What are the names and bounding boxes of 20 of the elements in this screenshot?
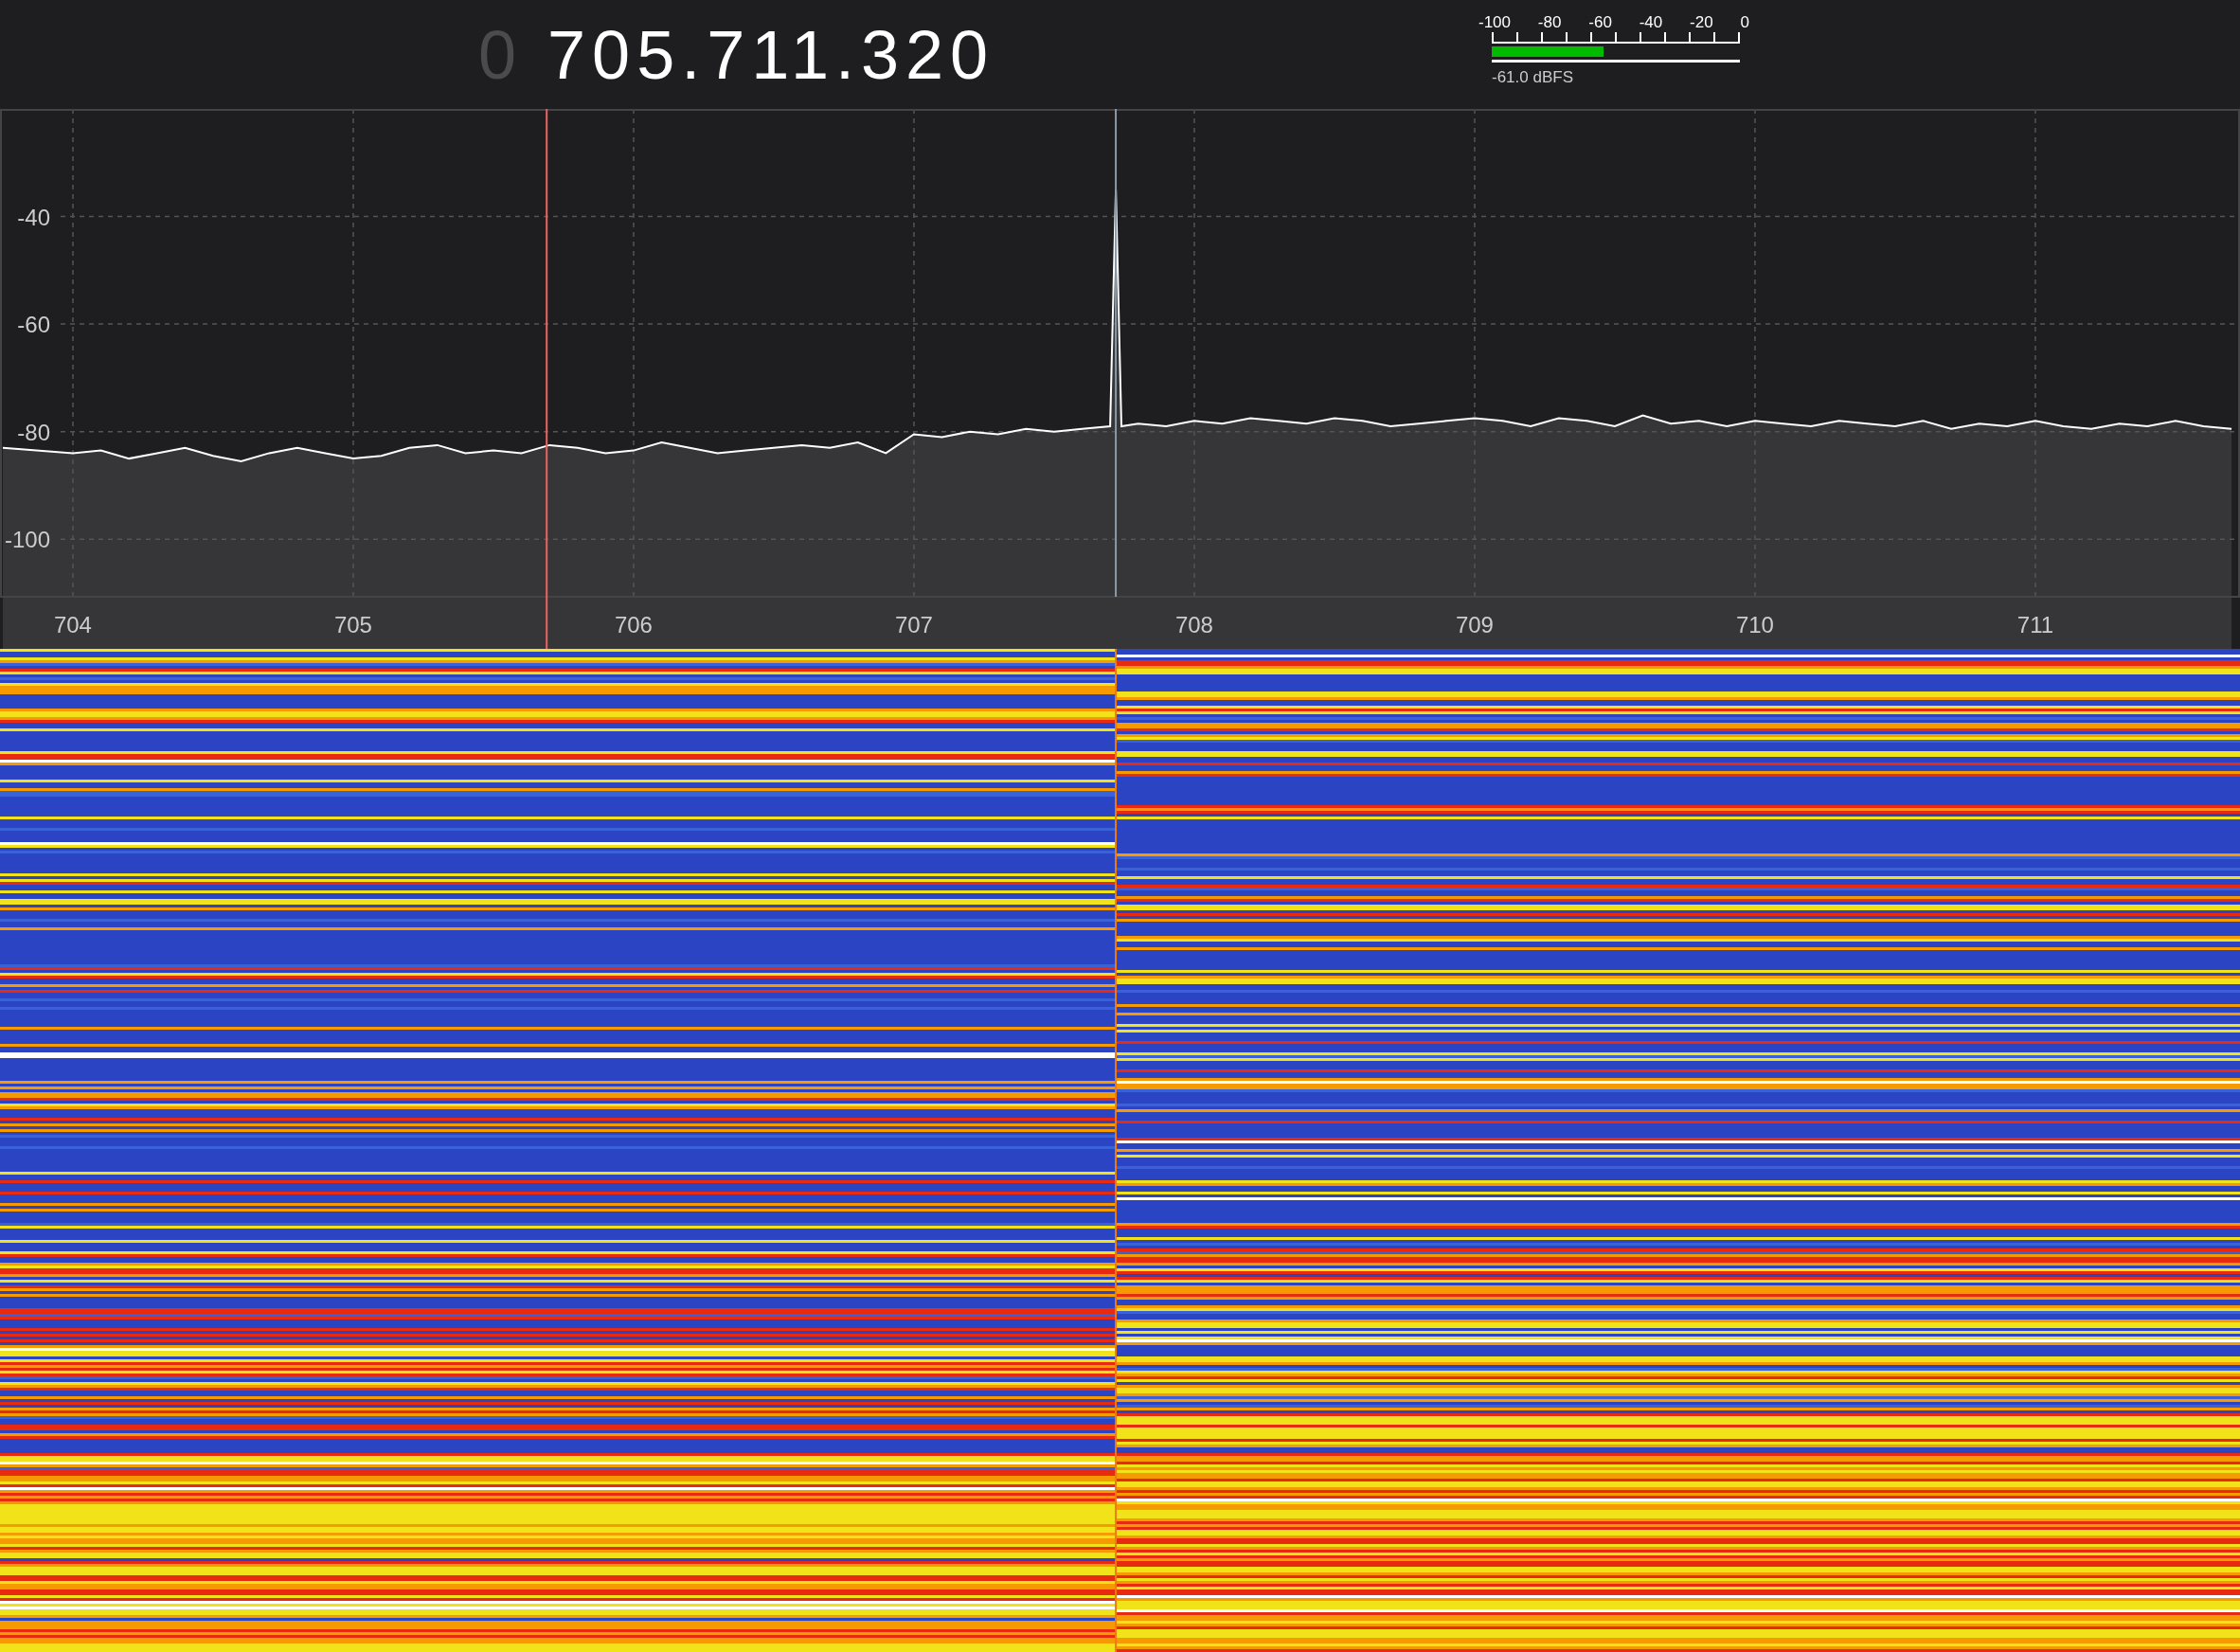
x-axis-label: 707 bbox=[894, 612, 933, 637]
x-axis-label: 708 bbox=[1174, 612, 1213, 637]
meter-scale-label: -40 bbox=[1639, 13, 1663, 32]
meter-scale-label: -100 bbox=[1478, 13, 1512, 32]
meter-scale-label: 0 bbox=[1740, 13, 1749, 32]
x-axis-label: 710 bbox=[1735, 612, 1774, 637]
x-axis-label: 705 bbox=[333, 612, 372, 637]
y-axis-label: -80 bbox=[17, 419, 50, 445]
x-axis-label: 711 bbox=[2016, 612, 2054, 637]
signal-reading: -61.0 dBFS bbox=[1492, 68, 1574, 87]
frequency-display: 705.711.320 bbox=[547, 15, 995, 94]
y-axis-label: -40 bbox=[17, 204, 50, 230]
meter-scale-label: -20 bbox=[1690, 13, 1713, 32]
y-axis-label: -100 bbox=[4, 527, 50, 553]
y-axis-label: -60 bbox=[17, 312, 50, 338]
meter-scale-label: -80 bbox=[1537, 13, 1562, 32]
meter-scale-label: -60 bbox=[1588, 13, 1612, 32]
x-axis-label: 706 bbox=[614, 612, 653, 637]
x-axis-label: 709 bbox=[1455, 612, 1494, 637]
x-axis-label: 704 bbox=[53, 612, 92, 637]
